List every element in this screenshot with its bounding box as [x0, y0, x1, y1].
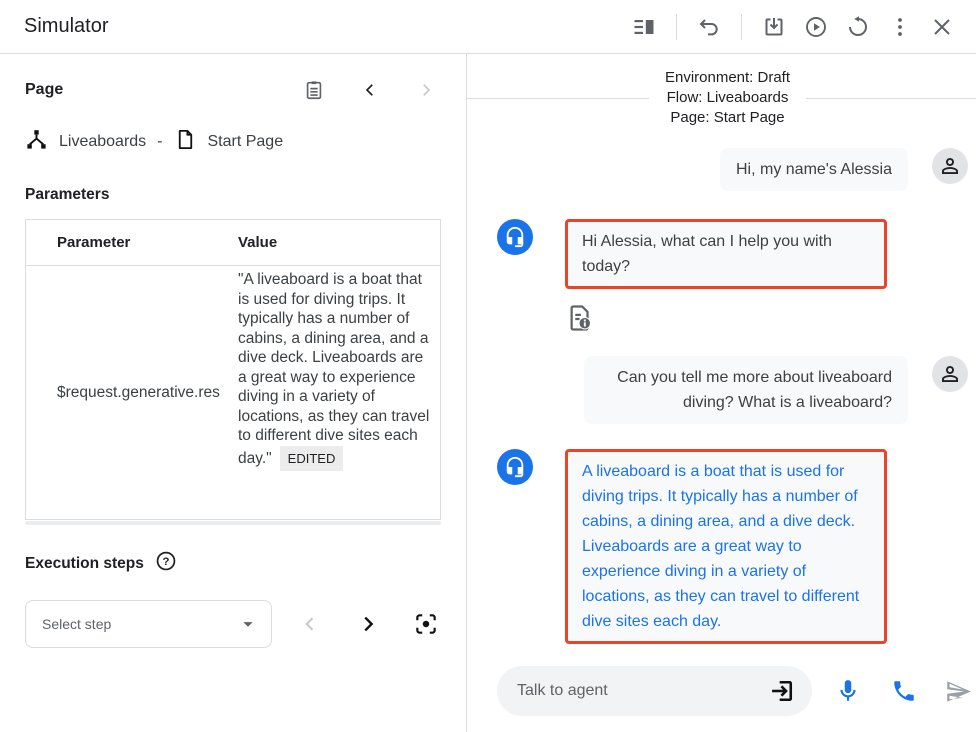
environment-label: Environment: Draft: [665, 68, 790, 88]
send-icon[interactable]: [942, 675, 974, 707]
agent-avatar: [497, 219, 533, 255]
headset-icon: [504, 226, 526, 248]
page-label: Page: Start Page: [665, 108, 790, 128]
user-avatar: [932, 148, 968, 184]
chat-input-bar: Talk to agent: [467, 658, 976, 732]
breadcrumb: Liveaboards - Start Page: [25, 128, 442, 156]
flow-label: Flow: Liveaboards: [665, 88, 790, 108]
parameters-table: Parameter Value $request.generative.res …: [25, 219, 441, 520]
select-step-placeholder: Select step: [42, 616, 237, 632]
flow-icon: [25, 128, 48, 156]
user-message-row: Hi, my name's Alessia: [467, 148, 976, 191]
chat-context-header: Environment: Draft Flow: Liveaboards Pag…: [467, 68, 976, 128]
agent-avatar: [497, 449, 533, 485]
prev-step-chevron-icon[interactable]: [294, 608, 326, 640]
parameter-name: $request.generative.res: [26, 266, 238, 519]
divider: [741, 14, 742, 40]
next-page-chevron-icon[interactable]: [410, 74, 442, 106]
svg-text:?: ?: [162, 556, 169, 568]
more-options-icon[interactable]: [884, 11, 916, 43]
submit-enter-icon[interactable]: [766, 675, 798, 707]
inspection-panel: Page Liveaboards - Start: [0, 54, 467, 732]
agent-message-row: A liveaboard is a boat that is used for …: [467, 449, 976, 644]
close-icon[interactable]: [926, 11, 958, 43]
center-focus-icon[interactable]: [410, 608, 442, 640]
agent-message-row: Hi Alessia, what can I help you with tod…: [467, 219, 976, 289]
table-horizontal-scrollbar[interactable]: [25, 521, 441, 525]
talk-to-agent-input[interactable]: Talk to agent: [497, 666, 812, 716]
execution-steps-title: Execution steps: [25, 555, 144, 573]
dropdown-caret-icon: [237, 613, 259, 635]
response-info-icon[interactable]: [565, 303, 976, 338]
message-list: Hi, my name's Alessia Hi Alessia, what c…: [467, 128, 976, 658]
person-icon: [938, 362, 962, 386]
panel-toggle-icon[interactable]: [628, 11, 660, 43]
page-section-title: Page: [25, 81, 63, 99]
user-avatar: [932, 356, 968, 392]
run-icon[interactable]: [800, 11, 832, 43]
next-step-chevron-icon[interactable]: [352, 608, 384, 640]
page-doc-icon: [174, 128, 197, 156]
breadcrumb-flow-name[interactable]: Liveaboards: [59, 133, 146, 151]
input-placeholder: Talk to agent: [517, 682, 766, 700]
headset-icon: [504, 456, 526, 478]
divider: [676, 14, 677, 40]
breadcrumb-separator: -: [157, 133, 162, 151]
phone-call-icon[interactable]: [888, 675, 920, 707]
reset-icon[interactable]: [842, 11, 874, 43]
top-bar: Simulator: [0, 0, 976, 54]
agent-message-bubble-highlighted[interactable]: Hi Alessia, what can I help you with tod…: [565, 219, 887, 289]
app-title: Simulator: [24, 15, 108, 38]
column-header-parameter: Parameter: [26, 234, 238, 251]
save-icon[interactable]: [758, 11, 790, 43]
user-message-bubble: Can you tell me more about liveaboard di…: [584, 356, 908, 424]
table-row: $request.generative.res "A liveaboard is…: [26, 266, 440, 519]
edited-badge: EDITED: [280, 446, 344, 472]
microphone-icon[interactable]: [832, 675, 864, 707]
person-icon: [938, 154, 962, 178]
user-message-row: Can you tell me more about liveaboard di…: [467, 356, 976, 424]
column-header-value: Value: [238, 234, 440, 251]
select-step-dropdown[interactable]: Select step: [25, 600, 272, 648]
parameters-title: Parameters: [25, 186, 442, 204]
help-icon[interactable]: ?: [155, 550, 177, 577]
prev-page-chevron-icon[interactable]: [354, 74, 386, 106]
breadcrumb-page-name[interactable]: Start Page: [208, 133, 284, 151]
parameter-value[interactable]: "A liveaboard is a boat that is used for…: [238, 266, 440, 519]
agent-message-bubble-highlighted[interactable]: A liveaboard is a boat that is used for …: [565, 449, 887, 644]
topbar-actions: [628, 11, 958, 43]
user-message-bubble: Hi, my name's Alessia: [720, 148, 908, 191]
copy-page-info-icon[interactable]: [298, 74, 330, 106]
undo-icon[interactable]: [693, 11, 725, 43]
chat-panel: Environment: Draft Flow: Liveaboards Pag…: [467, 54, 976, 732]
